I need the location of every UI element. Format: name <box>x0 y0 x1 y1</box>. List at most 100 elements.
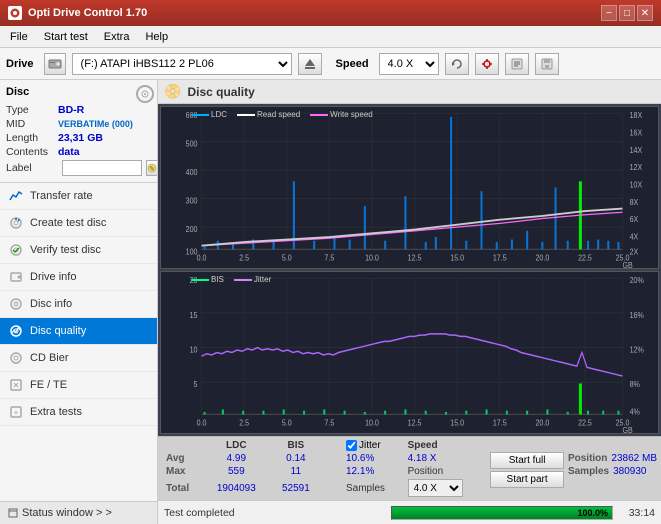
maximize-button[interactable]: □ <box>619 5 635 21</box>
legend-bis: BIS <box>211 275 224 284</box>
nav-transfer-rate-label: Transfer rate <box>30 190 93 202</box>
menu-file[interactable]: File <box>4 29 34 45</box>
refresh-button[interactable] <box>445 53 469 75</box>
verify-test-disc-icon <box>8 242 24 258</box>
svg-text:15: 15 <box>190 310 198 320</box>
menu-help[interactable]: Help <box>139 29 174 45</box>
max-bis: 11 <box>270 465 322 478</box>
samples-value: 380930 <box>613 466 646 477</box>
header-bis: BIS <box>270 439 322 452</box>
chart1-svg: 600 500 400 300 200 100 0.0 2.5 5.0 7.5 … <box>161 107 658 268</box>
dq-title: Disc quality <box>187 85 254 99</box>
avg-speed: 4.18 X <box>404 452 487 465</box>
nav-verify-test-disc-label: Verify test disc <box>30 244 101 256</box>
avg-ldc: 4.99 <box>203 452 270 465</box>
nav-disc-quality[interactable]: Disc quality <box>0 318 157 345</box>
extra-tests-icon: + <box>8 404 24 420</box>
svg-text:17.5: 17.5 <box>493 253 507 263</box>
title-bar: Opti Drive Control 1.70 − □ ✕ <box>0 0 661 26</box>
speed-select[interactable]: 4.0 X 8.0 X Max <box>379 53 439 75</box>
svg-text:17.5: 17.5 <box>493 418 507 428</box>
header-ldc: LDC <box>203 439 270 452</box>
svg-text:12.5: 12.5 <box>408 418 422 428</box>
dq-icon: 📀 <box>164 83 181 100</box>
svg-text:4%: 4% <box>630 407 640 417</box>
menu-extra[interactable]: Extra <box>98 29 136 45</box>
svg-text:20%: 20% <box>630 275 644 285</box>
length-value: 23,31 GB <box>58 132 103 144</box>
svg-text:18X: 18X <box>630 110 643 120</box>
menu-start-test[interactable]: Start test <box>38 29 94 45</box>
label-edit-button[interactable]: ✎ <box>146 160 158 176</box>
svg-text:200: 200 <box>186 224 198 234</box>
nav-disc-info-label: Disc info <box>30 298 72 310</box>
status-window-icon <box>8 508 18 518</box>
speed-limit-select[interactable]: 4.0 X Max <box>408 479 463 497</box>
contents-label: Contents <box>6 146 58 158</box>
svg-text:12%: 12% <box>630 345 644 355</box>
svg-text:300: 300 <box>186 196 198 206</box>
create-test-disc-icon <box>8 215 24 231</box>
svg-text:16X: 16X <box>630 128 643 138</box>
nav-create-test-disc[interactable]: Create test disc <box>0 210 157 237</box>
mid-value: VERBATIMe (000) <box>58 119 133 129</box>
svg-text:500: 500 <box>186 139 198 149</box>
left-panel: Disc Type BD-R MID VERBATIMe (000) Lengt… <box>0 80 158 524</box>
app-icon <box>8 6 22 20</box>
speed-select-cell[interactable]: 4.0 X Max <box>404 478 487 498</box>
svg-text:16%: 16% <box>630 310 644 320</box>
status-window-button[interactable]: Status window > > <box>0 501 157 524</box>
jitter-checkbox[interactable] <box>346 440 357 451</box>
nav-create-test-disc-label: Create test disc <box>30 217 106 229</box>
header-speed: Speed <box>404 439 487 452</box>
fe-te-icon <box>8 377 24 393</box>
start-full-button[interactable]: Start full <box>490 452 564 469</box>
minimize-button[interactable]: − <box>601 5 617 21</box>
close-button[interactable]: ✕ <box>637 5 653 21</box>
nav-transfer-rate[interactable]: Transfer rate <box>0 183 157 210</box>
speed-label: Speed <box>336 58 369 70</box>
charts-area: LDC Read speed Write speed <box>158 104 661 436</box>
total-ldc: 1904093 <box>203 478 270 498</box>
disc-section: Disc Type BD-R MID VERBATIMe (000) Lengt… <box>0 80 157 183</box>
jitter-label: Jitter <box>359 440 381 451</box>
status-text: Test completed <box>164 507 385 519</box>
label-input[interactable] <box>62 160 142 176</box>
label-label: Label <box>6 162 58 174</box>
svg-text:5.0: 5.0 <box>282 418 292 428</box>
chart2-legend: BIS Jitter <box>191 275 271 284</box>
disc-title: Disc <box>6 86 29 98</box>
dq-header: 📀 Disc quality <box>158 80 661 104</box>
nav-cd-bier[interactable]: CD Bier <box>0 345 157 372</box>
eject-button[interactable] <box>298 53 322 75</box>
settings-button2[interactable] <box>505 53 529 75</box>
start-part-button[interactable]: Start part <box>490 471 564 488</box>
total-bis: 52591 <box>270 478 322 498</box>
nav-verify-test-disc[interactable]: Verify test disc <box>0 237 157 264</box>
position-samples: Position 23862 MB Samples 380930 <box>568 439 657 477</box>
nav-disc-info[interactable]: i Disc info <box>0 291 157 318</box>
app-title: Opti Drive Control 1.70 <box>28 7 147 19</box>
chart1-container: LDC Read speed Write speed <box>160 106 659 269</box>
legend-read-speed: Read speed <box>257 110 300 119</box>
nav-drive-info[interactable]: Drive info <box>0 264 157 291</box>
save-button[interactable] <box>535 53 559 75</box>
drive-select[interactable]: (F:) ATAPI iHBS112 2 PL06 <box>72 53 292 75</box>
drive-label: Drive <box>6 58 34 70</box>
disc-info-icon: i <box>8 296 24 312</box>
nav-extra-tests[interactable]: + Extra tests <box>0 399 157 426</box>
nav-cd-bier-label: CD Bier <box>30 352 69 364</box>
avg-label: Avg <box>162 452 203 465</box>
samples-label2: Samples <box>568 466 609 477</box>
mid-label: MID <box>6 118 58 130</box>
svg-text:22.5: 22.5 <box>578 253 592 263</box>
drive-icon-button[interactable] <box>44 53 66 75</box>
svg-text:10X: 10X <box>630 180 643 190</box>
menu-bar: File Start test Extra Help <box>0 26 661 48</box>
jitter-checkbox-cell[interactable]: Jitter <box>342 439 404 452</box>
svg-text:+: + <box>14 408 19 417</box>
svg-text:15.0: 15.0 <box>450 418 464 428</box>
svg-text:8%: 8% <box>630 380 640 390</box>
nav-fe-te[interactable]: FE / TE <box>0 372 157 399</box>
settings-button1[interactable] <box>475 53 499 75</box>
